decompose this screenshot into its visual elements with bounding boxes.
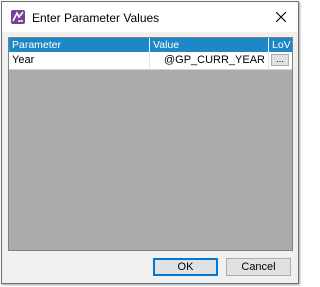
grid-header-row: Parameter Value LoV: [9, 38, 292, 52]
title-bar: Enter Parameter Values: [2, 2, 298, 32]
column-header-value[interactable]: Value: [150, 38, 269, 52]
parameter-name-cell: Year: [9, 52, 150, 69]
app-icon: [11, 10, 25, 24]
ok-button[interactable]: OK: [153, 258, 218, 276]
parameter-dialog: Enter Parameter Values Parameter Value L…: [1, 1, 299, 284]
close-icon: [276, 12, 286, 22]
dialog-title: Enter Parameter Values: [32, 11, 160, 25]
cancel-button[interactable]: Cancel: [226, 258, 291, 276]
lov-button[interactable]: ...: [271, 54, 289, 66]
column-header-parameter[interactable]: Parameter: [9, 38, 150, 52]
table-row[interactable]: Year @GP_CURR_YEAR ...: [9, 52, 292, 70]
close-button[interactable]: [264, 2, 298, 32]
lov-cell: ...: [269, 52, 292, 69]
column-header-lov[interactable]: LoV: [269, 38, 292, 52]
parameter-value-cell[interactable]: @GP_CURR_YEAR: [150, 52, 269, 69]
parameter-grid: Parameter Value LoV Year @GP_CURR_YEAR .…: [8, 37, 293, 251]
